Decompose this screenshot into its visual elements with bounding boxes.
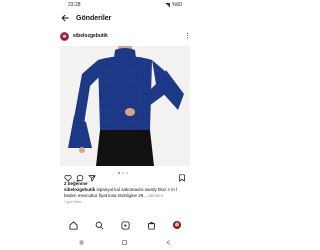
- post-actions: [60, 169, 190, 182]
- back-arrow-icon[interactable]: [60, 13, 70, 23]
- shop-icon[interactable]: [146, 220, 156, 230]
- status-time: 23:28: [68, 2, 81, 8]
- page-title: Gönderiler: [76, 14, 112, 22]
- system-nav: [60, 237, 190, 247]
- avatar[interactable]: [60, 31, 69, 41]
- profile-avatar-icon[interactable]: [172, 220, 182, 230]
- search-icon[interactable]: [94, 220, 104, 230]
- post-username[interactable]: sibelozgebutik: [73, 33, 108, 39]
- carousel-dot: [122, 172, 124, 174]
- signal-icon: [164, 3, 170, 7]
- post-caption: sibelozgebutik ispanyol kol sakomavisi s…: [64, 187, 186, 199]
- battery-level: %60: [171, 2, 182, 8]
- more-options-icon[interactable]: ⋮: [184, 33, 191, 40]
- model-image: [60, 46, 190, 166]
- carousel-indicator: [118, 172, 128, 174]
- like-icon[interactable]: [64, 169, 72, 182]
- carousel-dot: [118, 172, 120, 174]
- post-header: sibelozgebutik ⋮: [60, 29, 191, 43]
- bottom-nav: [60, 218, 190, 232]
- share-icon[interactable]: [88, 169, 96, 182]
- system-back-icon[interactable]: [164, 238, 172, 246]
- carousel-dot: [126, 172, 128, 174]
- recent-apps-icon[interactable]: [78, 238, 86, 246]
- like-count[interactable]: 2 beğenme: [64, 181, 88, 186]
- status-bar: 23:28 %60: [0, 0, 250, 10]
- more-link[interactable]: devamı: [147, 193, 163, 198]
- top-bar: Gönderiler: [60, 11, 190, 25]
- home-icon[interactable]: [68, 220, 78, 230]
- post-photo[interactable]: [60, 46, 190, 166]
- comment-icon[interactable]: [76, 169, 84, 182]
- caption-username[interactable]: sibelozgebutik: [64, 187, 95, 192]
- post-time: 1 gün önce: [64, 200, 82, 204]
- save-icon[interactable]: [178, 169, 186, 182]
- home-button-icon[interactable]: [121, 238, 129, 246]
- status-icons: %60: [164, 2, 182, 8]
- reels-icon[interactable]: [120, 220, 130, 230]
